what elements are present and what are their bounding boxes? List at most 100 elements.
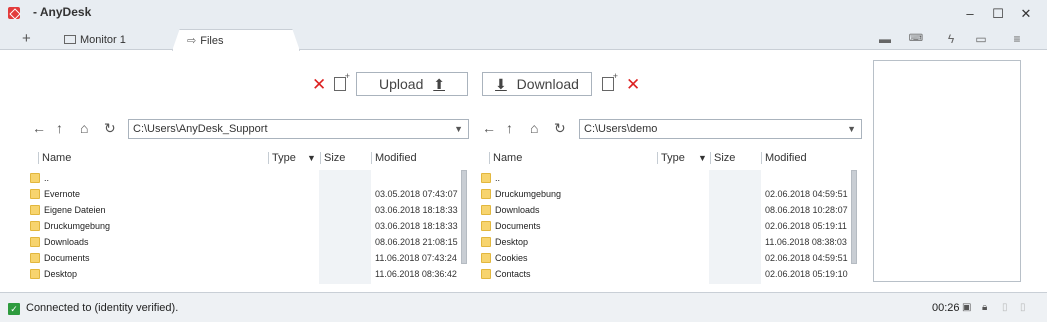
delete-local-button[interactable]: ✕ (312, 76, 326, 93)
file-row[interactable]: .. (30, 170, 470, 186)
file-row[interactable]: Downloads 08.06.2018 10:28:07 (481, 202, 863, 218)
up-icon[interactable]: ↑ (506, 120, 513, 136)
tab-monitor-label: Monitor 1 (80, 34, 126, 46)
folder-icon (30, 269, 40, 279)
add-tab-button[interactable]: + (22, 29, 31, 49)
actions-icon[interactable]: ϟ (940, 30, 962, 48)
file-row[interactable]: Desktop 11.06.2018 08:36:42 (30, 266, 470, 282)
tab-files-label: Files (200, 35, 224, 47)
chevron-down-icon[interactable]: ▼ (695, 153, 707, 163)
folder-icon (481, 253, 491, 263)
file-modified: 03.06.2018 18:18:33 (375, 221, 458, 231)
file-row[interactable]: Contacts 02.06.2018 05:19:10 (481, 266, 863, 282)
status-bar: ✓ Connected to (identity verified). 00:2… (0, 292, 1047, 322)
file-modified: 03.06.2018 18:18:33 (375, 205, 458, 215)
file-transfer-icon: ⇨ (187, 35, 197, 47)
delete-remote-button[interactable]: ✕ (626, 76, 640, 93)
column-modified[interactable]: Modified (371, 152, 417, 164)
file-row[interactable]: Eigene Dateien 03.06.2018 18:18:33 (30, 202, 470, 218)
column-type[interactable]: Type (268, 152, 296, 164)
file-modified: 08.06.2018 21:08:15 (375, 237, 458, 247)
permissions-icon[interactable]: ▯ (1002, 302, 1008, 313)
maximize-button[interactable]: ☐ (986, 4, 1010, 24)
column-name[interactable]: Name (38, 152, 71, 164)
file-row[interactable]: Documents 02.06.2018 05:19:11 (481, 218, 863, 234)
column-size[interactable]: Size (320, 152, 345, 164)
remote-path-text: C:\Users\demo (584, 123, 658, 135)
folder-icon (481, 269, 491, 279)
file-name: .. (44, 173, 50, 183)
column-modified[interactable]: Modified (761, 152, 807, 164)
file-name: Downloads (495, 205, 540, 215)
file-row[interactable]: Cookies 03.06.2018 18:18:33 (30, 282, 470, 284)
file-row[interactable]: Documents 11.06.2018 07:43:24 (30, 250, 470, 266)
screen-share-icon[interactable]: ▣ (962, 302, 971, 313)
file-row[interactable]: Druckumgebung 03.06.2018 18:18:33 (30, 218, 470, 234)
file-name: Documents (44, 253, 90, 263)
file-row[interactable]: Evernote 03.05.2018 07:43:07 (30, 186, 470, 202)
chat-icon[interactable]: ▬ (874, 30, 896, 48)
chevron-down-icon[interactable]: ▼ (847, 120, 856, 138)
column-type[interactable]: Type (657, 152, 685, 164)
file-row[interactable]: AppData 02.06.2018 05:00:54 (481, 282, 863, 284)
tab-files[interactable]: ⇨ Files (172, 29, 300, 51)
folder-icon (30, 221, 40, 231)
file-row[interactable]: Cookies 02.06.2018 04:59:51 (481, 250, 863, 266)
connected-check-icon: ✓ (8, 303, 20, 315)
upload-button[interactable]: Upload ⬆ (356, 72, 468, 96)
remote-scrollbar[interactable] (851, 170, 857, 264)
file-name: Contacts (495, 269, 531, 279)
display-icon[interactable]: ▭ (970, 30, 992, 48)
file-modified: 02.06.2018 05:19:11 (765, 221, 847, 231)
file-modified: 11.06.2018 08:36:42 (375, 269, 457, 279)
local-list-header: Name Type ▼ Size Modified (30, 150, 470, 168)
window-title: - AnyDesk (33, 5, 92, 19)
recording-icon[interactable]: ▯ (1020, 302, 1026, 313)
file-name: Desktop (44, 269, 78, 279)
chevron-down-icon[interactable]: ▼ (304, 153, 316, 163)
local-file-list[interactable]: Name Type ▼ Size Modified .. Evernote 03.0… (30, 150, 470, 284)
new-folder-local-button[interactable] (334, 71, 350, 91)
tab-monitor[interactable]: Monitor 1 (50, 29, 180, 51)
column-size[interactable]: Size (710, 152, 735, 164)
download-button[interactable]: ⬇ Download (482, 72, 592, 96)
back-icon[interactable]: ← (32, 120, 46, 136)
remote-file-list[interactable]: Name Type ▼ Size Modified .. Druckumgebun… (481, 150, 863, 284)
refresh-icon[interactable]: ↻ (554, 120, 566, 137)
upload-icon: ⬆ (433, 76, 445, 92)
home-icon[interactable]: ⌂ (530, 120, 538, 136)
remote-path-input[interactable]: C:\Users\demo ▼ (579, 119, 862, 139)
file-row[interactable]: Desktop 11.06.2018 08:38:03 (481, 234, 863, 250)
home-icon[interactable]: ⌂ (80, 120, 88, 136)
column-name[interactable]: Name (489, 152, 522, 164)
new-folder-remote-button[interactable] (602, 71, 618, 91)
file-row[interactable]: Druckumgebung 02.06.2018 04:59:51 (481, 186, 863, 202)
file-modified: 02.06.2018 05:19:10 (765, 269, 848, 279)
local-path-text: C:\Users\AnyDesk_Support (133, 123, 268, 135)
local-scrollbar[interactable] (461, 170, 467, 264)
menu-icon[interactable]: ≡ (1006, 30, 1028, 48)
back-icon[interactable]: ← (482, 120, 496, 136)
title-bar: - AnyDesk – ☐ ✕ + Monitor 1 ⇨ Files ▬ ⌨ ϟ… (0, 0, 1047, 51)
local-rows: .. Evernote 03.05.2018 07:43:07 Eigene Date… (30, 170, 470, 284)
remote-rows: .. Druckumgebung 02.06.2018 04:59:51 Downlo… (481, 170, 863, 284)
file-name: Cookies (44, 282, 77, 284)
close-button[interactable]: ✕ (1014, 4, 1038, 24)
up-icon[interactable]: ↑ (56, 120, 63, 136)
folder-icon (481, 237, 491, 247)
anydesk-logo-icon (8, 7, 20, 19)
lock-icon[interactable]: 🔒︎ (982, 302, 987, 313)
refresh-icon[interactable]: ↻ (104, 120, 116, 137)
file-row[interactable]: .. (481, 170, 863, 186)
file-name: Druckumgebung (44, 221, 111, 231)
folder-icon (481, 205, 491, 215)
session-timer: 00:26 (932, 302, 960, 314)
chevron-down-icon[interactable]: ▼ (454, 120, 463, 138)
file-modified: 11.06.2018 08:38:03 (765, 237, 847, 247)
file-row[interactable]: Downloads 08.06.2018 21:08:15 (30, 234, 470, 250)
keyboard-icon[interactable]: ⌨ (905, 30, 927, 48)
local-path-input[interactable]: C:\Users\AnyDesk_Support ▼ (128, 119, 469, 139)
folder-icon (481, 173, 491, 183)
minimize-button[interactable]: – (958, 4, 982, 24)
file-name: AppData (495, 282, 530, 284)
